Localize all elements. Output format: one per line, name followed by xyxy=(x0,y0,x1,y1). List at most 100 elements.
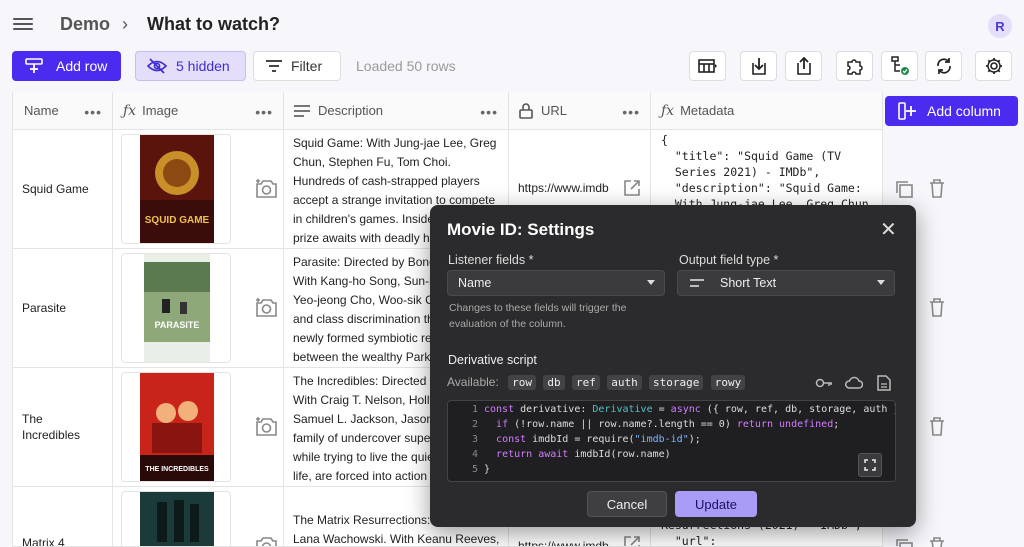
column-header-name[interactable]: Name ••• xyxy=(13,92,113,130)
add-row-label: Add row xyxy=(56,58,108,74)
poster-image[interactable]: THE INCREDIBLES xyxy=(121,372,231,482)
parasite-poster: PARASITE xyxy=(144,254,210,362)
cloud-icon[interactable] xyxy=(845,376,863,389)
column-header-label: Image xyxy=(142,103,179,118)
update-button[interactable]: Update xyxy=(675,491,757,517)
duplicate-row-icon[interactable] xyxy=(895,180,913,198)
poster-image[interactable] xyxy=(121,491,231,546)
table-toolbar: Add row 5 hidden Filter Loaded 50 rows xyxy=(0,50,1024,84)
cell-image[interactable] xyxy=(113,487,284,547)
column-header-label: Description xyxy=(318,103,384,118)
column-settings-dialog: Movie ID: Settings ✕ Listener fields * N… xyxy=(430,205,916,527)
code-line: if (!row.name || row.name?.length == 0) … xyxy=(496,419,840,430)
cell-name[interactable]: Parasite xyxy=(13,249,113,368)
hidden-fields-button[interactable]: 5 hidden xyxy=(135,51,246,81)
cell-image[interactable]: SQUID GAME xyxy=(113,130,284,249)
fullscreen-icon xyxy=(864,459,876,471)
add-column-label: Add column xyxy=(927,103,1001,119)
column-header-metadata[interactable]: ƒx Metadata xyxy=(651,92,883,130)
table-settings-button[interactable] xyxy=(975,51,1012,81)
export-icon xyxy=(796,57,811,75)
cancel-button[interactable]: Cancel xyxy=(587,491,667,517)
name-text: Parasite xyxy=(22,301,67,315)
var-chip: db xyxy=(543,375,565,390)
menu-icon[interactable] xyxy=(13,15,33,35)
refresh-button[interactable] xyxy=(925,51,962,81)
column-menu-icon[interactable]: ••• xyxy=(480,104,498,120)
chevron-down-icon xyxy=(647,280,655,285)
listener-fields-label: Listener fields * xyxy=(448,253,534,267)
listener-hint: Changes to these fields will trigger the… xyxy=(449,302,627,330)
add-row-icon xyxy=(25,58,43,73)
fx-icon: ƒx xyxy=(123,102,137,119)
code-line: } xyxy=(484,464,491,475)
add-column-button[interactable]: Add column xyxy=(885,96,1018,126)
cell-name[interactable]: Squid Game xyxy=(13,130,113,249)
add-row-button[interactable]: Add row xyxy=(12,51,121,81)
var-chip: ref xyxy=(571,375,600,390)
delete-row-icon[interactable] xyxy=(929,298,945,317)
loaded-rows-status: Loaded 50 rows xyxy=(356,58,456,74)
import-button[interactable] xyxy=(740,51,777,81)
filter-button[interactable]: Filter xyxy=(253,51,341,81)
delete-row-icon[interactable] xyxy=(929,179,945,198)
poster-image[interactable]: PARASITE xyxy=(121,253,231,363)
line-number: 2 xyxy=(471,419,478,430)
document-icon[interactable] xyxy=(877,375,891,391)
delete-row-icon[interactable] xyxy=(929,417,945,436)
open-link-icon[interactable] xyxy=(623,535,641,547)
page-title: What to watch? xyxy=(147,14,280,34)
delete-row-icon[interactable] xyxy=(929,537,945,547)
column-menu-icon[interactable]: ••• xyxy=(255,104,273,120)
cell-image[interactable]: PARASITE xyxy=(113,249,284,368)
eye-off-icon xyxy=(147,58,167,74)
poster-image[interactable]: SQUID GAME xyxy=(121,134,231,244)
camera-add-icon[interactable] xyxy=(254,179,278,199)
output-type-select[interactable]: Short Text xyxy=(677,270,895,296)
column-menu-icon[interactable]: ••• xyxy=(84,104,102,120)
line-number: 3 xyxy=(471,434,478,445)
camera-add-icon[interactable] xyxy=(254,536,278,547)
chevron-down-icon xyxy=(877,280,885,285)
webhooks-button[interactable] xyxy=(881,51,918,81)
url-text: https://www.imdb xyxy=(518,539,609,547)
cell-name[interactable]: The Incredibles xyxy=(13,368,113,487)
column-menu-icon[interactable]: ••• xyxy=(622,104,640,120)
column-header-url[interactable]: URL ••• xyxy=(509,92,651,130)
fullscreen-button[interactable] xyxy=(858,453,882,477)
camera-add-icon[interactable] xyxy=(254,417,278,437)
var-chip: rowy xyxy=(710,375,746,390)
breadcrumb-project[interactable]: Demo xyxy=(60,14,110,35)
avatar[interactable]: R xyxy=(988,14,1012,38)
extensions-button[interactable] xyxy=(836,51,873,81)
var-chip: auth xyxy=(607,375,642,390)
filter-label: Filter xyxy=(291,58,323,74)
name-text: The Incredibles xyxy=(22,412,81,442)
code-line: const imdbId = require("imdb-id"); xyxy=(496,434,701,445)
hidden-fields-label: 5 hidden xyxy=(176,58,230,74)
duplicate-row-icon[interactable] xyxy=(895,538,913,547)
listener-fields-value: Name xyxy=(458,276,492,290)
cell-name[interactable]: Matrix 4 xyxy=(13,487,113,547)
cell-image[interactable]: THE INCREDIBLES xyxy=(113,368,284,487)
text-icon xyxy=(294,104,310,117)
name-text: Matrix 4 xyxy=(22,536,65,547)
open-link-icon[interactable] xyxy=(623,179,641,197)
camera-add-icon[interactable] xyxy=(254,298,278,318)
key-icon[interactable] xyxy=(815,377,833,389)
dialog-title: Movie ID: Settings xyxy=(447,220,595,239)
close-icon[interactable]: ✕ xyxy=(880,220,897,240)
output-type-label: Output field type * xyxy=(679,253,779,267)
name-text: Squid Game xyxy=(22,182,89,196)
script-label: Derivative script xyxy=(448,353,537,367)
metadata-json: { "title": "Squid Game (TV Series 2021) … xyxy=(661,133,869,211)
column-header-image[interactable]: ƒx Image ••• xyxy=(113,92,284,130)
line-number: 4 xyxy=(471,449,478,460)
squid-game-poster: SQUID GAME xyxy=(140,135,214,243)
column-header-description[interactable]: Description ••• xyxy=(284,92,509,130)
listener-fields-select[interactable]: Name xyxy=(447,270,665,296)
export-button[interactable] xyxy=(785,51,822,81)
columns-button[interactable] xyxy=(689,51,726,81)
code-editor[interactable]: 1 2 3 4 5 const derivative: Derivative =… xyxy=(447,400,896,482)
add-column-icon xyxy=(898,102,916,120)
